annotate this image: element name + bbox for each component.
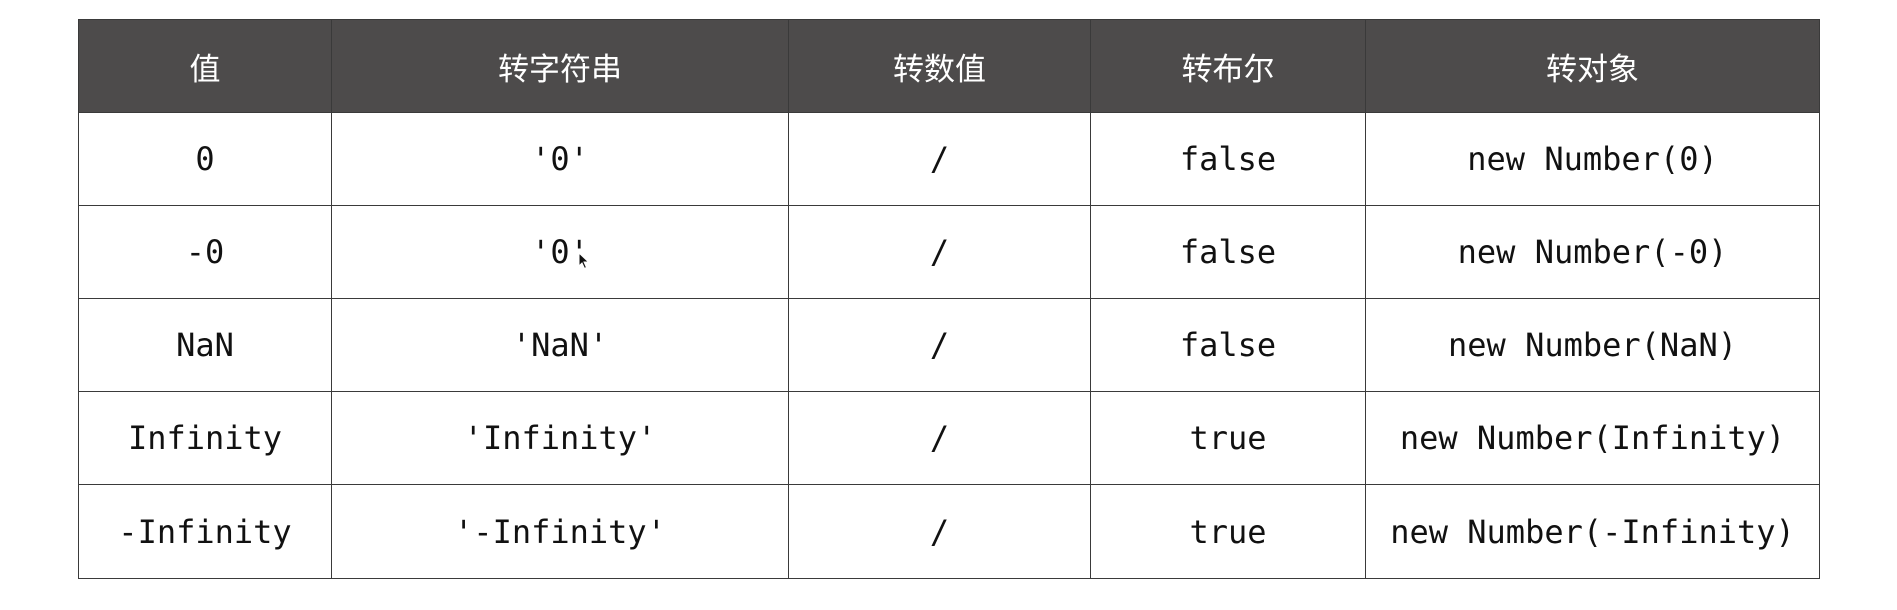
cell-value: NaN (78, 298, 332, 392)
cell-to-boolean: false (1090, 205, 1366, 299)
cell-to-object: new Number(-0) (1365, 205, 1820, 299)
cell-value: Infinity (78, 391, 332, 485)
cell-to-boolean: false (1090, 112, 1366, 206)
table-row: -Infinity '-Infinity' / true new Number(… (78, 484, 1820, 579)
cell-to-number: / (788, 112, 1091, 206)
cell-to-object: new Number(0) (1365, 112, 1820, 206)
cell-to-object: new Number(NaN) (1365, 298, 1820, 392)
table-row: 0 '0' / false new Number(0) (78, 112, 1820, 206)
header-to-object: 转对象 (1365, 19, 1820, 113)
conversion-table: 值 转字符串 转数值 转布尔 转对象 0 '0' / false new Num… (78, 19, 1820, 579)
cell-to-object: new Number(-Infinity) (1365, 484, 1820, 579)
cell-value: 0 (78, 112, 332, 206)
mouse-pointer-icon (578, 252, 590, 270)
cell-to-number: / (788, 205, 1091, 299)
table-row: NaN 'NaN' / false new Number(NaN) (78, 298, 1820, 392)
cell-value: -0 (78, 205, 332, 299)
table-row: Infinity 'Infinity' / true new Number(In… (78, 391, 1820, 485)
table-row: -0 '0' / false new Number(-0) (78, 205, 1820, 299)
cell-to-string: '0' (331, 205, 789, 299)
header-value: 值 (78, 19, 332, 113)
cell-to-number: / (788, 391, 1091, 485)
header-row: 值 转字符串 转数值 转布尔 转对象 (78, 19, 1820, 113)
cell-to-string: 'NaN' (331, 298, 789, 392)
cell-to-string: 'Infinity' (331, 391, 789, 485)
cell-to-string: '0' (331, 112, 789, 206)
header-to-number: 转数值 (788, 19, 1091, 113)
cell-to-number: / (788, 298, 1091, 392)
header-to-string: 转字符串 (331, 19, 789, 113)
cell-to-boolean: false (1090, 298, 1366, 392)
cell-to-boolean: true (1090, 484, 1366, 579)
cell-to-object: new Number(Infinity) (1365, 391, 1820, 485)
cell-to-number: / (788, 484, 1091, 579)
header-to-boolean: 转布尔 (1090, 19, 1366, 113)
cell-value: -Infinity (78, 484, 332, 579)
cell-to-string: '-Infinity' (331, 484, 789, 579)
cell-to-boolean: true (1090, 391, 1366, 485)
